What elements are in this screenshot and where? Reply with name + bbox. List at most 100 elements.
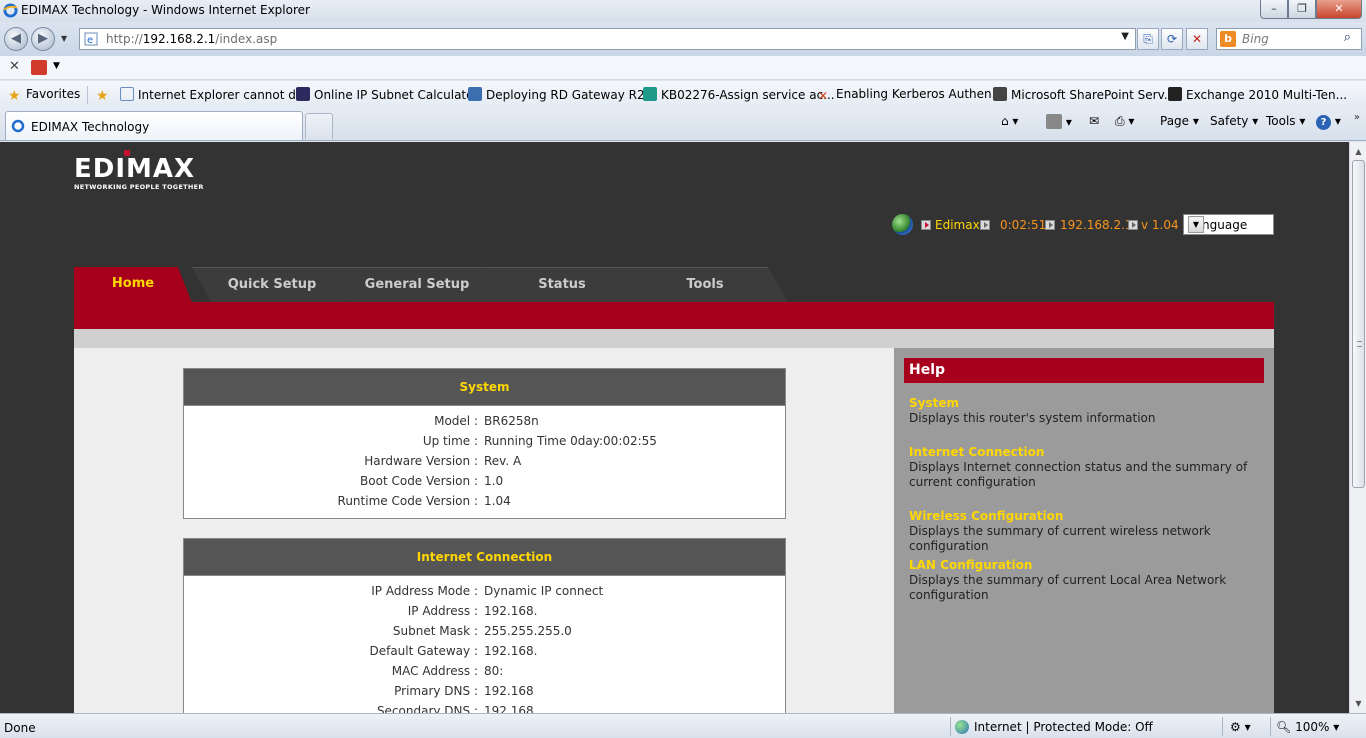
status-text: Done xyxy=(4,721,36,735)
tools-menu[interactable]: Tools ▾ xyxy=(1266,114,1305,128)
router-main-tabs: Home Quick Setup General Setup Status To… xyxy=(74,267,1274,303)
grey-divider xyxy=(74,329,1274,348)
feeds-icon[interactable]: ▾ xyxy=(1046,114,1072,129)
favorites-bar: ★ Favorites ★ Internet Explorer cannot d.… xyxy=(0,81,1366,109)
internet-row: MAC Address :80: xyxy=(391,664,504,678)
favorite-link-7[interactable]: Exchange 2010 Multi-Ten... xyxy=(1168,87,1347,102)
safety-menu[interactable]: Safety ▾ xyxy=(1210,114,1258,128)
tab-tools[interactable]: Tools xyxy=(622,267,788,303)
minimize-button[interactable]: – xyxy=(1260,0,1288,19)
internet-row: Default Gateway :192.168. xyxy=(369,644,538,658)
vertical-scrollbar[interactable]: ▲ ▼ xyxy=(1349,142,1366,713)
favorites-button[interactable]: ★ Favorites xyxy=(8,87,80,104)
ie-page-icon xyxy=(120,87,134,101)
help-item-wireless: Wireless Configuration Displays the summ… xyxy=(909,509,1211,553)
info-uptime: 0:02:51 xyxy=(1000,218,1047,232)
add-favorite-icon[interactable]: ★ xyxy=(96,87,114,104)
status-bar: Done Internet | Protected Mode: Off ⚙ ▾ … xyxy=(0,713,1366,738)
help-panel: Help System Displays this router's syste… xyxy=(894,348,1274,713)
language-select[interactable]: Language ▼ xyxy=(1183,214,1274,235)
search-icon[interactable]: ⌕ xyxy=(1344,30,1351,45)
forward-button[interactable]: ▶ xyxy=(31,27,55,51)
help-item-lan: LAN Configuration Displays the summary o… xyxy=(909,558,1227,602)
status-content: System Model : BR6258n Up time : Running T… xyxy=(74,348,894,713)
page-menu[interactable]: Page ▾ xyxy=(1160,114,1199,128)
address-bar[interactable]: e http://192.168.2.1/index.asp ▼ xyxy=(79,28,1136,50)
toolbar-overflow-icon[interactable]: » xyxy=(1354,112,1360,123)
edimax-logo: EDIMAX NETWORKING PEOPLE TOGETHER xyxy=(74,150,204,191)
favorite-link-6[interactable]: Microsoft SharePoint Serv... xyxy=(993,87,1175,102)
address-dropdown-icon[interactable]: ▼ xyxy=(1121,31,1129,42)
arrow-icon xyxy=(1128,220,1138,230)
print-icon[interactable]: ⎙ ▾ xyxy=(1115,114,1134,129)
system-row: Model : BR6258n xyxy=(434,414,539,428)
help-title: Help xyxy=(904,358,1264,383)
internet-row: IP Address Mode : Dynamic IP connect xyxy=(371,584,604,598)
tab-status[interactable]: Status xyxy=(482,267,642,303)
info-version: v 1.04 xyxy=(1141,218,1179,232)
window-title: EDIMAX Technology - Windows Internet Exp… xyxy=(21,3,310,17)
internet-row: Secondary DNS :192.168 xyxy=(376,704,534,713)
favorite-link-2[interactable]: Online IP Subnet Calculator xyxy=(296,87,478,102)
stop-button[interactable]: ✕ xyxy=(1186,28,1208,50)
zoom-level[interactable]: 🔍︎ 100% ▾ xyxy=(1276,720,1339,734)
new-tab-button[interactable] xyxy=(305,113,333,139)
info-user: Edimax xyxy=(935,218,980,232)
favorite-link-5[interactable]: ✕ Enabling Kerberos Authen... xyxy=(818,87,1003,103)
window-titlebar: EDIMAX Technology - Windows Internet Exp… xyxy=(0,0,1366,22)
globe-icon xyxy=(892,214,913,235)
web-page: EDIMAX NETWORKING PEOPLE TOGETHER Edimax… xyxy=(0,142,1349,713)
system-row: Up time : Running Time 0day:00:02:55 xyxy=(422,434,657,448)
help-icon[interactable]: ? ▾ xyxy=(1316,114,1341,130)
bing-icon: b xyxy=(1220,31,1236,47)
tab-home[interactable]: Home xyxy=(74,267,192,303)
search-box[interactable]: b Bing ⌕ xyxy=(1216,28,1362,50)
navigation-bar: ◀ ▶ ▼ e http://192.168.2.1/index.asp ▼ ⎘… xyxy=(0,22,1366,56)
star-icon: ★ xyxy=(8,88,21,104)
protected-mode-icon[interactable]: ⚙ ▾ xyxy=(1230,720,1251,734)
security-zone[interactable]: Internet | Protected Mode: Off xyxy=(955,720,1153,734)
tab-quick-setup[interactable]: Quick Setup xyxy=(192,267,352,303)
compatibility-view-button[interactable]: ⎘ xyxy=(1137,28,1159,50)
technet-icon xyxy=(993,87,1007,101)
internet-connection-panel: Internet Connection IP Address Mode : Dyn… xyxy=(183,538,786,713)
search-placeholder: Bing xyxy=(1242,32,1269,46)
internet-panel-title: Internet Connection xyxy=(184,539,785,576)
mail-icon[interactable]: ✉ xyxy=(1089,114,1099,128)
maximize-button[interactable]: ❐ xyxy=(1288,0,1316,19)
scroll-up-icon[interactable]: ▲ xyxy=(1351,143,1366,160)
chevron-down-icon: ▼ xyxy=(1188,216,1204,233)
favorite-link-4[interactable]: KB02276-Assign service ac... xyxy=(643,87,835,102)
arrow-icon xyxy=(921,220,931,230)
refresh-button[interactable]: ⟳ xyxy=(1161,28,1183,50)
favorite-link-3[interactable]: Deploying RD Gateway R2... xyxy=(468,87,656,102)
close-toolbar-icon[interactable]: ✕ xyxy=(9,59,20,74)
recent-pages-dropdown[interactable]: ▼ xyxy=(61,34,67,43)
tab-edimax[interactable]: EDIMAX Technology xyxy=(5,111,303,140)
info-ip: 192.168.2.1 xyxy=(1060,218,1133,232)
tab-title: EDIMAX Technology xyxy=(31,120,150,134)
scroll-down-icon[interactable]: ▼ xyxy=(1351,695,1366,712)
exchange-icon xyxy=(1168,87,1182,101)
back-button[interactable]: ◀ xyxy=(4,27,28,51)
scrollbar-thumb[interactable] xyxy=(1352,160,1365,488)
kerberos-icon: ✕ xyxy=(818,89,829,103)
home-icon[interactable]: ⌂ ▾ xyxy=(1001,114,1018,128)
system-panel-title: System xyxy=(184,369,785,406)
calculator-icon xyxy=(296,87,310,101)
tab-general-setup[interactable]: General Setup xyxy=(332,267,502,303)
addon-icon[interactable] xyxy=(31,60,47,75)
gateway-icon xyxy=(468,87,482,101)
close-window-button[interactable]: ✕ xyxy=(1316,0,1362,19)
submenu-band xyxy=(74,302,1274,329)
help-item-internet: Internet Connection Displays Internet co… xyxy=(909,445,1248,489)
internet-row: Subnet Mask :255.255.255.0 xyxy=(392,624,572,638)
favorite-link-1[interactable]: Internet Explorer cannot d... xyxy=(120,87,307,102)
internet-row: Primary DNS :192.168 xyxy=(394,684,534,698)
internet-zone-icon xyxy=(955,720,969,734)
address-url: http://192.168.2.1/index.asp xyxy=(106,32,278,46)
addon-dropdown-icon[interactable]: ▼ xyxy=(53,61,60,71)
help-item-system: System Displays this router's system inf… xyxy=(909,396,1156,425)
arrow-icon xyxy=(980,220,990,230)
ie-tab-icon xyxy=(11,119,25,133)
